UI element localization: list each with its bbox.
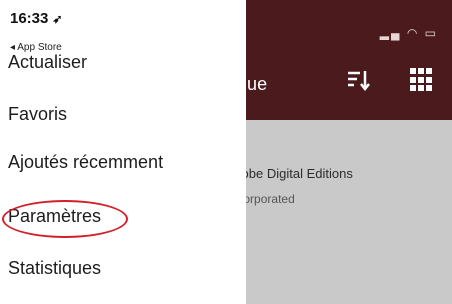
status-time: 16:33 ➶ [10,10,63,27]
location-arrow-icon: ➶ [52,12,63,26]
menu-item-favorites[interactable]: Favoris [8,104,67,125]
status-icons: ▂▄ ◠ ▭ [379,26,438,40]
settings-highlight-annotation [2,200,128,238]
side-drawer: 16:33 ➶ ◂ App Store Actualiser Favoris A… [0,0,246,304]
grid-view-icon[interactable] [410,68,434,92]
sort-icon[interactable] [346,68,370,92]
status-time-text: 16:33 [10,10,49,27]
menu-item-recently-added[interactable]: Ajoutés récemment [8,152,163,173]
menu-item-statistics[interactable]: Statistiques [8,258,101,279]
menu-item-refresh[interactable]: Actualiser [8,52,87,73]
